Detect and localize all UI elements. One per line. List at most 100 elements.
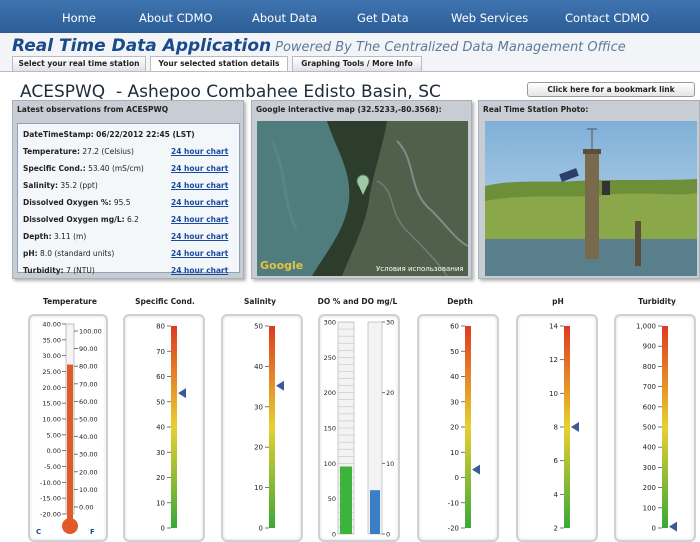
nav-about-data[interactable]: About Data	[252, 11, 317, 25]
chart-link-ph[interactable]: 24 hour chart	[171, 249, 228, 258]
celsius-tick-label: 5.00	[47, 431, 61, 439]
gauge-temperature: 40.00 35.00 30.00 25.00 20.00 15.00 10.00 5.00 0…	[28, 314, 108, 542]
fahrenheit-tick-label: 60.00	[79, 398, 98, 406]
gauge-label-ph: pH	[552, 297, 564, 306]
tab-graphing-tools[interactable]: Graphing Tools / More Info	[292, 56, 422, 71]
gauge-label-do: DO % and DO mg/L	[317, 297, 398, 306]
celsius-tick-label: -5.00	[44, 463, 61, 471]
bookmark-button[interactable]: Click here for a bookmark link	[527, 82, 695, 97]
gauge-tick-label: 10	[450, 449, 459, 457]
obs-label: Depth:	[23, 232, 52, 241]
do-pct-tick-label: 0	[332, 531, 336, 539]
thermometer-bulb-icon	[62, 518, 78, 534]
obs-row-do-pct: Dissolved Oxygen %: 95.5	[23, 198, 131, 207]
gauge-tick-label: 2	[554, 525, 558, 533]
nav-web-services[interactable]: Web Services	[451, 11, 528, 25]
fahrenheit-tick-label: 40.00	[79, 433, 98, 441]
obs-label: Temperature:	[23, 147, 80, 156]
gauge-tick-label: 0	[652, 525, 656, 533]
gauge-tick-label: 20	[156, 474, 165, 482]
do-pct-tick-label: 200	[324, 389, 336, 397]
interactive-map[interactable]: Google Условия использования	[257, 121, 468, 276]
gauge-bar	[564, 326, 570, 528]
chart-link-turbidity[interactable]: 24 hour chart	[171, 266, 228, 275]
gauge-label-salinity: Salinity	[244, 297, 276, 306]
obs-label: Dissolved Oxygen %:	[23, 198, 112, 207]
datetime-row: DateTimeStamp: 06/22/2012 22:45 (LST)	[23, 130, 195, 139]
celsius-tick-label: 0.00	[47, 447, 61, 455]
gauge-tick-label: 50	[450, 348, 459, 356]
chart-link-do-mgl[interactable]: 24 hour chart	[171, 215, 228, 224]
gauge-tick-label: 1,000	[636, 323, 656, 331]
fahrenheit-tick-label: 50.00	[79, 416, 98, 424]
gauge-label-specific-cond: Specific Cond.	[135, 297, 195, 306]
do-pct-tick-label: 250	[324, 354, 336, 362]
observations-heading: Latest observations from ACESPWQ	[17, 105, 169, 114]
do-pct-fill	[340, 466, 352, 534]
chart-link-temperature[interactable]: 24 hour chart	[171, 147, 228, 156]
celsius-tick-label: 25.00	[42, 368, 61, 376]
gauge-tick-label: 40	[450, 373, 459, 381]
gauge-tick-label: 10	[549, 390, 558, 398]
obs-row-depth: Depth: 3.11 (m)	[23, 232, 86, 241]
fahrenheit-tick-label: 80.00	[79, 363, 98, 371]
gauge-tick-label: 300	[643, 464, 656, 472]
fahrenheit-tick-label: 30.00	[79, 451, 98, 459]
do-mgl-tick-label: 10	[386, 460, 394, 468]
station-code: ACESPWQ	[20, 82, 106, 102]
gauge-tick-label: 14	[549, 323, 558, 331]
celsius-tick-label: 40.00	[42, 321, 61, 329]
gauge-tick-label: 10	[254, 484, 263, 492]
nav-get-data[interactable]: Get Data	[357, 11, 409, 25]
do-mgl-tick-label: 20	[386, 389, 394, 397]
map-heading: Google interactive map (32.5233,-80.3568…	[256, 105, 442, 114]
fahrenheit-tick-label: 90.00	[79, 345, 98, 353]
gauge-bar	[171, 326, 177, 528]
do-mgl-tick-label: 0	[386, 531, 390, 539]
gauge-salinity: 50 40 30 20 10 0	[221, 314, 303, 542]
google-logo: Google	[260, 259, 304, 272]
chart-link-depth[interactable]: 24 hour chart	[171, 232, 228, 241]
gauge-do: 300 250 200 150 100 50 0 30 20 10 0	[318, 314, 400, 542]
map-terms-link[interactable]: Условия использования	[376, 265, 464, 273]
chart-link-do-pct[interactable]: 24 hour chart	[171, 198, 228, 207]
obs-value: 53.40 (mS/cm)	[88, 164, 144, 173]
nav-home[interactable]: Home	[62, 11, 96, 25]
tab-station-details[interactable]: Your selected station details	[150, 56, 288, 72]
do-pct-tick-label: 100	[324, 460, 336, 468]
gauge-tick-label: 10	[156, 499, 165, 507]
gauge-label-turbidity: Turbidity	[638, 297, 676, 306]
thermometer-fill	[67, 364, 73, 520]
fahrenheit-tick-label: 0.00	[79, 503, 93, 511]
gauge-bar	[465, 326, 471, 528]
top-navigation: Home About CDMO About Data Get Data Web …	[0, 0, 700, 33]
obs-row-salinity: Salinity: 35.2 (ppt)	[23, 181, 98, 190]
gauge-tick-label: 30	[450, 398, 459, 406]
obs-label: Dissolved Oxygen mg/L:	[23, 215, 125, 224]
fahrenheit-tick-label: 70.00	[79, 380, 98, 388]
gauge-tick-label: 20	[450, 424, 459, 432]
nav-about-cdmo[interactable]: About CDMO	[139, 11, 213, 25]
chart-link-specific-cond[interactable]: 24 hour chart	[171, 164, 228, 173]
gauge-bar	[269, 326, 275, 528]
gauge-label-temperature: Temperature	[43, 297, 97, 306]
gauge-tick-label: 50	[254, 323, 263, 331]
fahrenheit-tick-label: 20.00	[79, 468, 98, 476]
nav-contact-cdmo[interactable]: Contact CDMO	[565, 11, 649, 25]
gauge-tick-label: 0	[259, 525, 263, 533]
do-mgl-tick-label: 30	[386, 319, 394, 327]
photo-heading: Real Time Station Photo:	[483, 105, 589, 114]
main-content: ACESPWQ - Ashepoo Combahee Edisto Basin,…	[0, 71, 700, 542]
tab-select-station[interactable]: Select your real time station	[12, 56, 146, 71]
celsius-tick-label: -10.00	[40, 479, 61, 487]
celsius-unit-label: C	[36, 528, 41, 536]
gauge-bar	[662, 326, 668, 528]
observations-box: DateTimeStamp: 06/22/2012 22:45 (LST) Te…	[17, 123, 240, 275]
chart-link-salinity[interactable]: 24 hour chart	[171, 181, 228, 190]
obs-value: 6.2	[127, 215, 139, 224]
station-header: ACESPWQ - Ashepoo Combahee Edisto Basin,…	[20, 82, 441, 102]
obs-label: Specific Cond.:	[23, 164, 86, 173]
gauge-tick-label: 200	[643, 484, 656, 492]
gauge-turbidity: 1,000 900 800 700 600 500 400 300 200 100 0	[614, 314, 696, 542]
gauge-tick-label: 0	[455, 474, 459, 482]
